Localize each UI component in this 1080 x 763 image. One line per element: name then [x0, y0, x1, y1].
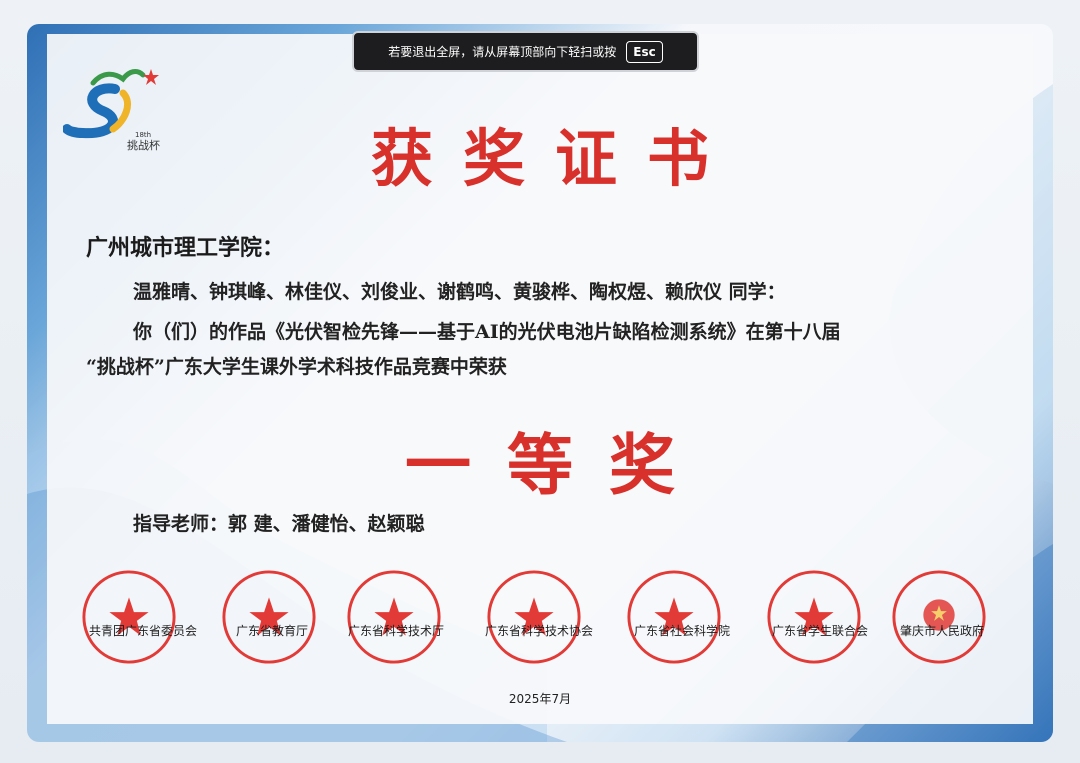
seal-stamp-icon [487, 570, 581, 664]
certificate-body-line-1: 你（们）的作品《光伏智检先锋——基于AI的光伏电池片缺陷检测系统》在第十八届 [133, 321, 841, 343]
seal-stamp-icon [627, 570, 721, 664]
seals-row: 共青团广东省委员会 广东省教育厅 广东省科学技术厅 广东省科学技术协会 广东省社… [60, 568, 1020, 688]
issue-date: 2025年7月 [508, 692, 572, 706]
seal-label: 广东省社会科学院 [633, 624, 731, 638]
fullscreen-notice-text: 若要退出全屏，请从屏幕顶部向下轻扫或按 [388, 45, 617, 59]
seal-stamp-icon [82, 570, 176, 664]
seal-stamp-icon [222, 570, 316, 664]
seal-label: 共青团广东省委员会 [88, 624, 198, 638]
award-level: 一等奖 [405, 426, 711, 504]
seal-label: 广东省科学技术协会 [484, 624, 594, 638]
advisor-names: 指导老师：郭 建、潘健怡、赵颖聪 [133, 513, 425, 535]
seal-label: 广东省科学技术厅 [347, 624, 445, 638]
school-name: 广州城市理工学院： [86, 235, 285, 261]
esc-key-button[interactable]: Esc [626, 40, 663, 63]
seal-label: 广东省教育厅 [235, 624, 309, 638]
national-emblem-seal-icon [892, 570, 986, 664]
seal-stamp-icon [767, 570, 861, 664]
seal-stamp-icon [347, 570, 441, 664]
screen: 18th 挑战杯 若要退出全屏，请从屏幕顶部向下轻扫或按 Esc 获奖证书 广州… [0, 0, 1080, 763]
student-names: 温雅晴、钟琪峰、林佳仪、刘俊业、谢鹤鸣、黄骏桦、陶权煜、赖欣仪 同学： [133, 281, 786, 303]
certificate-title: 获奖证书 [370, 122, 739, 195]
seal-label: 广东省学生联合会 [771, 624, 869, 638]
seal-label: 肇庆市人民政府 [899, 624, 985, 638]
certificate-body-line-2: “挑战杯”广东大学生课外学术科技作品竞赛中荣获 [86, 356, 507, 378]
fullscreen-exit-notice: 若要退出全屏，请从屏幕顶部向下轻扫或按 Esc [352, 31, 699, 72]
